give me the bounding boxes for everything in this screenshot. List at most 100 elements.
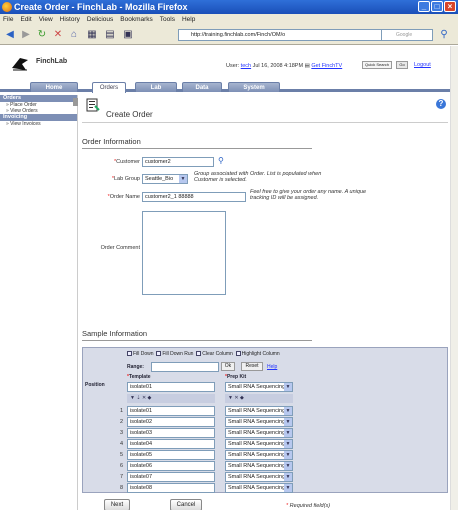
tab-data[interactable]: Data <box>182 82 222 92</box>
row-position: 1 <box>119 408 123 414</box>
menu-edit[interactable]: Edit <box>20 14 31 25</box>
search-icon[interactable]: ⚲ <box>438 29 450 41</box>
cancel-button[interactable]: Cancel <box>170 499 202 510</box>
prepkit-fill-value: Small RNA Sequencing <box>228 384 286 390</box>
prepkit-select[interactable]: Small RNA Sequencing ▼ <box>225 417 293 427</box>
bookmark-icon[interactable]: ▦ <box>86 29 98 41</box>
search-input[interactable]: Google <box>381 29 433 41</box>
menu-help[interactable]: Help <box>182 14 195 25</box>
ordername-label: *Order Name <box>107 194 140 200</box>
reload-icon[interactable]: ↻ <box>36 29 48 41</box>
help-icon[interactable]: ? <box>436 99 446 109</box>
vertical-scrollbar[interactable] <box>450 46 458 510</box>
url-bar[interactable]: http://training.finchlab.com/Finch/OM/o <box>178 29 408 41</box>
highlight-column-button[interactable]: Highlight Column <box>235 351 280 357</box>
ordername-input[interactable]: customer2_1 88888 <box>142 192 246 202</box>
menu-bookmarks[interactable]: Bookmarks <box>120 14 153 25</box>
prepkit-value: Small RNA Sequencing <box>228 430 286 436</box>
app-name: FinchLab <box>36 58 68 65</box>
template-input[interactable]: isolate07 <box>127 472 215 482</box>
user-info: User: tech Jul 16, 2008 4:18PM ▤ Get Fin… <box>226 63 342 69</box>
sidebar-collapse-handle[interactable] <box>73 98 78 106</box>
chevron-down-icon: ▼ <box>284 451 292 459</box>
prepkit-column-tools: ▼ ✕ ◆ <box>225 394 293 403</box>
prepkit-select[interactable]: Small RNA Sequencing ▼ <box>225 472 293 482</box>
prepkit-select[interactable]: Small RNA Sequencing ▼ <box>225 450 293 460</box>
prepkit-select[interactable]: Small RNA Sequencing ▼ <box>225 406 293 416</box>
quick-search-input[interactable]: Quick Search <box>362 61 392 69</box>
ordername-note: Feel free to give your order any name. A… <box>250 189 367 201</box>
template-input[interactable]: isolate02 <box>127 417 215 427</box>
template-input[interactable]: isolate06 <box>127 461 215 471</box>
page-header: Create Order ? <box>82 95 448 123</box>
menu-tools[interactable]: Tools <box>160 14 175 25</box>
prepkit-select[interactable]: Small RNA Sequencing ▼ <box>225 461 293 471</box>
fill-down-icon[interactable]: ▼ <box>130 395 135 401</box>
sidebar-heading-invoicing: Invoicing <box>0 114 77 121</box>
highlight-icon[interactable]: ◆ <box>148 395 152 401</box>
template-input[interactable]: isolate04 <box>127 439 215 449</box>
prepkit-select[interactable]: Small RNA Sequencing ▼ <box>225 428 293 438</box>
clear-icon[interactable]: ✕ <box>142 395 146 401</box>
row-position: 3 <box>119 430 123 436</box>
template-input[interactable]: isolate01 <box>127 406 215 416</box>
prepkit-fill-select[interactable]: Small RNA Sequencing ▼ <box>225 382 293 392</box>
order-icon <box>86 98 100 112</box>
order-comment-textarea[interactable] <box>142 211 226 295</box>
go-button[interactable]: Go <box>396 61 408 69</box>
help-link[interactable]: Help <box>267 364 277 370</box>
maximize-button[interactable]: □ <box>431 1 443 12</box>
customer-search-icon[interactable]: ⚲ <box>218 156 224 165</box>
tab-home[interactable]: Home <box>30 82 78 92</box>
menu-delicious[interactable]: Delicious <box>87 14 113 25</box>
menu-view[interactable]: View <box>39 14 53 25</box>
user-link[interactable]: tech <box>241 63 251 69</box>
menu-history[interactable]: History <box>60 14 80 25</box>
prepkit-value: Small RNA Sequencing <box>228 419 286 425</box>
range-input[interactable] <box>151 362 219 372</box>
labgroup-label: *Lab Group <box>111 176 140 182</box>
home-icon[interactable]: ⌂ <box>68 29 80 41</box>
row-position: 2 <box>119 419 123 425</box>
tab-orders[interactable]: Orders <box>92 82 126 93</box>
template-fill-input[interactable]: isolate01 <box>127 382 215 392</box>
grid-toolbar: Fill Down Fill Down Run Clear Column Hig… <box>127 351 280 357</box>
print-icon[interactable]: ▤ <box>104 29 116 41</box>
minimize-button[interactable]: _ <box>418 1 430 12</box>
fill-down-run-button[interactable]: Fill Down Run <box>156 351 193 357</box>
menu-file[interactable]: File <box>3 14 13 25</box>
template-column-tools: ▼ ⇣ ✕ ◆ <box>127 394 215 403</box>
template-input[interactable]: isolate03 <box>127 428 215 438</box>
order-comment-label: Order Comment <box>100 245 140 251</box>
labgroup-select[interactable]: Seattle_Bio ▼ <box>142 174 188 184</box>
logout-link[interactable]: Logout <box>414 62 431 68</box>
prepkit-select[interactable]: Small RNA Sequencing ▼ <box>225 483 293 493</box>
chevron-down-icon: ▼ <box>284 407 292 415</box>
fill-down-run-icon[interactable]: ⇣ <box>136 395 140 401</box>
template-input[interactable]: isolate08 <box>127 483 215 493</box>
tab-system[interactable]: System <box>228 82 280 92</box>
highlight-icon[interactable]: ◆ <box>240 395 244 401</box>
stop-icon[interactable]: ✕ <box>52 29 64 41</box>
template-input[interactable]: isolate05 <box>127 450 215 460</box>
back-icon[interactable]: ◀ <box>4 29 16 41</box>
fill-down-button[interactable]: Fill Down <box>127 351 154 357</box>
page-icon[interactable]: ▣ <box>122 29 134 41</box>
reset-button[interactable]: Reset <box>241 362 263 371</box>
sidebar-item-view-invoices[interactable]: View Invoices <box>0 121 77 127</box>
customer-input[interactable]: customer2 <box>142 157 214 167</box>
prepkit-value: Small RNA Sequencing <box>228 441 286 447</box>
firefox-icon <box>2 2 12 12</box>
fill-down-icon[interactable]: ▼ <box>228 395 233 401</box>
forward-icon[interactable]: ▶ <box>20 29 32 41</box>
tab-lab[interactable]: Lab <box>135 82 177 92</box>
ok-button[interactable]: Ok <box>221 362 235 371</box>
next-button[interactable]: Next <box>104 499 130 510</box>
window-titlebar: Create Order - FinchLab - Mozilla Firefo… <box>0 0 458 14</box>
clear-column-button[interactable]: Clear Column <box>196 351 233 357</box>
required-note: * Required field(s) <box>286 503 331 509</box>
finchtv-link[interactable]: Get FinchTV <box>311 63 342 69</box>
close-button[interactable]: × <box>444 1 456 12</box>
prepkit-select[interactable]: Small RNA Sequencing ▼ <box>225 439 293 449</box>
clear-icon[interactable]: ✕ <box>234 395 238 401</box>
